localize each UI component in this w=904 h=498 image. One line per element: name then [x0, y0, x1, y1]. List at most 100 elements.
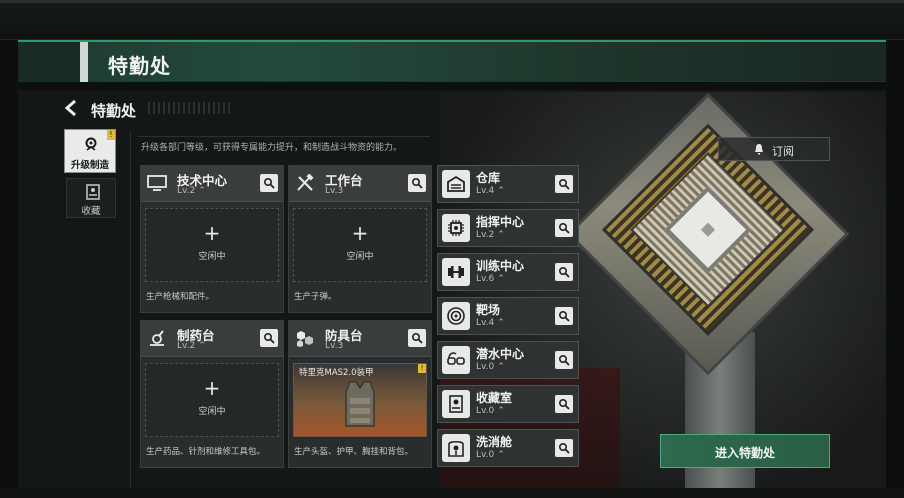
room-level: Lv.0 ⌃	[476, 406, 505, 416]
dumbbell-icon	[442, 258, 470, 286]
card-header: 防具台 Lv.3	[289, 321, 431, 357]
room-name: 靶场	[476, 303, 501, 317]
card-level: Lv.2 ⌃	[177, 341, 206, 351]
room-collection-room[interactable]: 收藏室 Lv.0 ⌃	[437, 385, 579, 423]
card-level: Lv.2 ⌃	[177, 186, 206, 196]
card-header: 工作台 Lv.3	[289, 166, 431, 202]
search-button[interactable]	[555, 395, 573, 413]
production-slot-armor[interactable]: 特里克MAS2.0装甲 !	[293, 363, 427, 437]
title-decoration	[18, 42, 80, 82]
search-button[interactable]	[260, 174, 278, 192]
room-shooting-range[interactable]: 靶场 Lv.4 ⌃	[437, 297, 579, 335]
room-level: Lv.6 ⌃	[476, 274, 505, 284]
slot-status: 空闲中	[198, 407, 226, 417]
nav-upgrade-badge: !	[107, 130, 115, 140]
card-footer: 生产头盔、护甲、胸挂和背包。	[294, 447, 414, 457]
search-button[interactable]	[408, 174, 426, 192]
room-name: 指挥中心	[476, 215, 525, 229]
search-icon	[411, 177, 423, 189]
room-level: Lv.4 ⌃	[476, 318, 505, 328]
search-button[interactable]	[260, 329, 278, 347]
item-badge: !	[418, 364, 426, 373]
title-bar: 特勤处	[18, 40, 886, 82]
breadcrumb-decoration	[148, 102, 232, 114]
search-icon	[558, 442, 570, 454]
search-button[interactable]	[555, 351, 573, 369]
upgrade-arrow-icon: ⌃	[497, 186, 505, 196]
card-footer: 生产枪械和配件。	[146, 292, 215, 302]
search-button[interactable]	[555, 263, 573, 281]
enter-button-label: 进入特勤处	[714, 446, 775, 460]
search-icon	[263, 177, 275, 189]
bell-icon	[755, 144, 763, 155]
nav-upgrade-manufacture[interactable]: 升级制造 !	[64, 129, 116, 173]
room-diving-center[interactable]: 潜水中心 Lv.0 ⌃	[437, 341, 579, 379]
search-icon	[558, 310, 570, 322]
room-level: Lv.4 ⌃	[476, 186, 505, 196]
chip-icon	[442, 214, 470, 242]
search-button[interactable]	[555, 219, 573, 237]
page-title: 特勤处	[108, 54, 171, 78]
upgrade-arrow-icon: ⌃	[497, 230, 505, 240]
room-level: Lv.0 ⌃	[476, 450, 505, 460]
search-icon	[558, 178, 570, 190]
card-workbench[interactable]: 工作台 Lv.3 + 空闲中 生产子弹。	[288, 165, 432, 313]
microscope-icon	[150, 330, 164, 346]
upgrade-arrow-icon: ⌃	[497, 450, 505, 460]
card-armor-bench[interactable]: 防具台 Lv.3 特里克MAS2.0装甲 ! 生产头盔、护甲、胸挂和背包。	[288, 320, 432, 468]
room-command-center[interactable]: 指挥中心 Lv.2 ⌃	[437, 209, 579, 247]
room-level: Lv.0 ⌃	[476, 362, 505, 372]
card-pharmacy[interactable]: 制药台 Lv.2 ⌃ + 空闲中 生产药品、针剂和维修工具包。	[140, 320, 284, 468]
search-icon	[411, 332, 423, 344]
enter-special-ops-button[interactable]: 进入特勤处	[660, 434, 830, 468]
room-name: 训练中心	[476, 259, 525, 273]
subscribe-label: 订阅	[772, 145, 794, 158]
room-training-center[interactable]: 训练中心 Lv.6 ⌃	[437, 253, 579, 291]
armor-parts-icon	[297, 331, 313, 347]
description-divider	[138, 136, 430, 137]
card-header: 技术中心 Lv.2 ⌃	[141, 166, 283, 202]
search-button[interactable]	[408, 329, 426, 347]
card-header: 制药台 Lv.2 ⌃	[141, 321, 283, 357]
item-name: 特里克MAS2.0装甲	[299, 368, 374, 378]
search-icon	[263, 332, 275, 344]
upgrade-arrow-icon: ⌃	[497, 318, 505, 328]
production-slot[interactable]: + 空闲中	[145, 363, 279, 437]
card-level: Lv.3	[325, 341, 344, 351]
production-slot[interactable]: + 空闲中	[293, 208, 427, 282]
nav-upgrade-label: 升级制造	[70, 160, 109, 171]
card-footer: 生产药品、针剂和维修工具包。	[146, 447, 266, 457]
room-name: 收藏室	[476, 391, 513, 405]
warehouse-icon	[442, 170, 470, 198]
back-arrow-icon[interactable]	[64, 99, 78, 117]
search-icon	[558, 222, 570, 234]
room-decontamination[interactable]: 洗消舱 Lv.0 ⌃	[437, 429, 579, 467]
add-icon: +	[203, 376, 221, 400]
upgrade-arrow-icon: ⌃	[497, 274, 505, 284]
nav-collection[interactable]: 收藏	[66, 178, 116, 218]
slot-status: 空闲中	[346, 252, 374, 262]
diving-mask-icon	[442, 346, 470, 374]
monitor-icon	[147, 175, 167, 191]
card-tech-center[interactable]: 技术中心 Lv.2 ⌃ + 空闲中 生产枪械和配件。	[140, 165, 284, 313]
production-slot[interactable]: + 空闲中	[145, 208, 279, 282]
decon-icon	[442, 434, 470, 462]
search-icon	[558, 354, 570, 366]
search-button[interactable]	[555, 175, 573, 193]
nav-collection-label: 收藏	[81, 206, 101, 217]
card-level: Lv.3	[325, 186, 344, 196]
slot-status: 空闲中	[198, 252, 226, 262]
card-footer: 生产子弹。	[294, 292, 337, 302]
search-button[interactable]	[555, 439, 573, 457]
search-button[interactable]	[555, 307, 573, 325]
nav-divider	[130, 130, 131, 490]
room-warehouse[interactable]: 仓库 Lv.4 ⌃	[437, 165, 579, 203]
collection-icon	[86, 184, 100, 200]
add-icon: +	[203, 221, 221, 245]
room-name: 仓库	[476, 171, 501, 185]
description-text: 升级各部门等级，可获得专属能力提升，和制造战斗物资的能力。	[141, 143, 403, 153]
subscribe-button[interactable]: 订阅	[718, 137, 830, 161]
title-accent-bar	[80, 42, 88, 82]
breadcrumb: 特勤处	[91, 102, 137, 120]
bottom-strip	[0, 488, 904, 498]
